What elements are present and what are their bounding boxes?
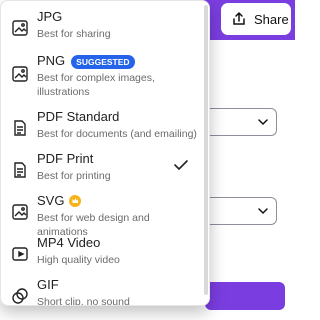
file-type-option-jpg[interactable]: JPG Best for sharing [1, 9, 201, 53]
file-type-option-mp4[interactable]: MP4 Video High quality video [1, 235, 201, 279]
gif-icon [12, 288, 28, 304]
option-title: SVG [37, 193, 65, 208]
option-title: PDF Print [37, 151, 94, 166]
download-button[interactable] [205, 282, 285, 310]
document-icon [14, 162, 26, 178]
file-type-dropdown: JPG Best for sharing PNG SUGGESTED Best f… [0, 0, 210, 306]
document-icon [14, 120, 26, 136]
image-icon [12, 20, 28, 36]
file-type-option-png[interactable]: PNG SUGGESTED Best for complex images, il… [1, 53, 201, 99]
option-title: PDF Standard [37, 109, 120, 124]
option-title-row: PNG SUGGESTED [37, 53, 135, 69]
option-description: Best for sharing [37, 28, 111, 40]
share-label: Share [254, 11, 289, 27]
scrollbar[interactable] [204, 5, 208, 295]
crown-icon [69, 195, 82, 207]
chevron-down-icon [258, 119, 268, 126]
file-type-option-pdf-standard[interactable]: PDF Standard Best for documents (and ema… [1, 109, 201, 153]
option-description: Best for complex images, illustrations [37, 72, 155, 98]
option-title: JPG [37, 9, 63, 24]
option-title: GIF [37, 277, 59, 292]
file-type-option-pdf-print[interactable]: PDF Print Best for printing [1, 151, 201, 195]
image-icon [12, 66, 28, 82]
file-type-option-svg[interactable]: SVG Best for web design and animations [1, 193, 201, 238]
checkmark-icon [174, 160, 188, 170]
share-icon [233, 12, 245, 25]
file-type-option-gif[interactable]: GIF Short clip, no sound [1, 277, 201, 306]
option-title: PNG [37, 53, 66, 68]
share-button[interactable]: Share [221, 3, 291, 35]
chevron-down-icon [258, 208, 268, 215]
option-description: High quality video [37, 254, 120, 266]
option-description: Best for documents (and emailing) [37, 128, 197, 140]
option-description: Short clip, no sound [37, 296, 130, 306]
suggested-badge: SUGGESTED [71, 54, 135, 69]
option-title: MP4 Video [37, 235, 101, 250]
image-icon [12, 204, 28, 220]
video-icon [12, 247, 28, 261]
option-title-row: SVG [37, 193, 82, 209]
